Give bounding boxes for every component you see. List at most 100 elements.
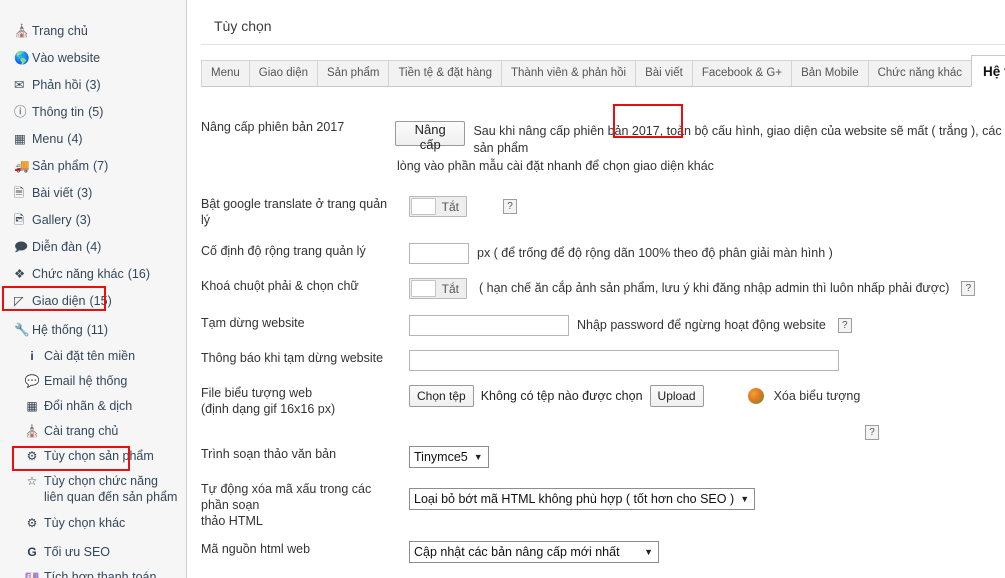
sidebar-subitem-tuy-chon-chuc-nang[interactable]: ☆ Tùy chọn chức năng liên quan đến sản p… — [0, 469, 186, 507]
help-icon[interactable]: ? — [503, 199, 517, 214]
row-pause-website-label: Tạm dừng website — [201, 316, 305, 330]
fixed-width-input[interactable] — [409, 243, 469, 264]
tab-bai-viet[interactable]: Bài viết — [635, 60, 693, 86]
sidebar-item-giao-dien[interactable]: ◸ Giao diện (15) — [0, 288, 186, 315]
row-lock-right-click-label: Khoá chuột phải & chọn chữ — [201, 279, 359, 293]
globe-icon: 🌎 — [14, 51, 30, 65]
help-icon[interactable]: ? — [865, 425, 879, 440]
delete-favicon-link[interactable]: Xóa biểu tượng — [774, 388, 861, 405]
layout-icon: ◸ — [14, 294, 24, 308]
sidebar-item-label: Diễn đàn — [32, 240, 83, 254]
home-icon: ⛪ — [14, 24, 30, 38]
sidebar-item-label: Vào website — [32, 51, 101, 65]
settings-form: Nâng cấp phiên bản 2017 Nâng cấp Sau khi… — [187, 87, 1005, 563]
help-icon[interactable]: ? — [837, 318, 852, 333]
row-clean-html: Tự động xóa mã xấu trong các phần soạn t… — [187, 481, 1005, 529]
home-icon: ⛪ — [24, 424, 40, 438]
upload-button[interactable]: Upload — [649, 385, 704, 407]
gear-icon: ⚙ — [26, 516, 38, 530]
sidebar-item-count: (16) — [127, 267, 150, 281]
sidebar-item-chuc-nang-khac[interactable]: ❖ Chức năng khác (16) — [0, 261, 186, 288]
sidebar-subitem-cai-trang-chu[interactable]: ⛪ Cài trang chủ — [0, 419, 186, 444]
tab-bar: Menu Giao diện Sản phẩm Tiền tệ & đặt hà… — [201, 55, 1005, 87]
help-icon[interactable]: ? — [961, 281, 976, 296]
sidebar-subitem-tuy-chon-san-pham[interactable]: ⚙ Tùy chọn sản phẩm — [0, 444, 186, 469]
title-divider — [201, 44, 1005, 45]
envelope-icon: ✉ — [14, 78, 25, 92]
sidebar-item-gallery[interactable]: 🖻 Gallery (3) — [0, 207, 186, 234]
tab-san-pham[interactable]: Sản phẩm — [317, 60, 390, 86]
sidebar-subitem-tich-hop-thanh-toan[interactable]: 💷 Tích hợp thanh toán — [0, 565, 186, 578]
sidebar-subitem-label: Tối ưu SEO — [44, 545, 111, 559]
sidebar-item-label: Trang chủ — [32, 24, 88, 38]
admin-page: ⛪ Trang chủ 🌎 Vào website ✉ Phản hồi (3)… — [0, 0, 1005, 578]
sidebar-item-vao-website[interactable]: 🌎 Vào website — [0, 45, 186, 72]
upgrade-button[interactable]: Nâng cấp — [395, 121, 466, 152]
sidebar-item-label: Giao diện — [32, 294, 86, 308]
comments-icon: 🗩 — [14, 240, 28, 254]
menu-list-icon: ▦ — [14, 132, 26, 146]
sidebar-subitem-tuy-chon-khac[interactable]: ⚙ Tùy chọn khác — [0, 511, 186, 536]
sidebar-item-menu[interactable]: ▦ Menu (4) — [0, 126, 186, 153]
row-fixed-width-label: Cố định độ rộng trang quản lý — [201, 244, 366, 258]
no-file-text: Không có tệp nào được chọn — [480, 389, 643, 403]
sidebar-item-he-thong[interactable]: 🔧 Hệ thống (11) — [0, 317, 186, 344]
sidebar-item-label: Sản phẩm — [32, 159, 89, 173]
sidebar-item-thong-tin[interactable]: ⓘ Thông tin (5) — [0, 99, 186, 126]
sidebar-subitem-doi-nhan-dich[interactable]: ▦ Đổi nhãn & dịch — [0, 394, 186, 419]
lock-right-click-note: ( hạn chế ăn cắp ảnh sản phẩm, lưu ý khi… — [479, 281, 950, 295]
row-favicon-label: File biểu tượng web (định dạng gif 16x16… — [187, 385, 395, 417]
sidebar-item-count: (4) — [86, 240, 102, 254]
tab-ban-mobile[interactable]: Bản Mobile — [791, 60, 869, 86]
toggle-label: Tắt — [441, 199, 459, 214]
sidebar-item-count: (3) — [77, 186, 93, 200]
tab-tien-te-dat-hang[interactable]: Tiền tệ & đặt hàng — [388, 60, 503, 86]
favicon-preview-icon — [747, 388, 764, 404]
google-g-icon: G — [27, 545, 37, 559]
tab-he-thong[interactable]: Hệ thống — [971, 55, 1005, 87]
row-html-source: Mã nguồn html web Cập nhật các bản nâng … — [187, 541, 1005, 563]
pause-website-password-input[interactable] — [409, 315, 569, 336]
gears-icon: ⚙ — [26, 449, 38, 463]
sidebar-item-dien-dan[interactable]: 🗩 Diễn đàn (4) — [0, 234, 186, 261]
sidebar-subitem-cai-dat-ten-mien[interactable]: i Cài đặt tên miền — [0, 344, 186, 369]
sidebar-item-count: (3) — [75, 213, 91, 227]
fixed-width-note: px ( để trống để độ rộng dãn 100% theo đ… — [477, 246, 833, 260]
tab-facebook-gplus[interactable]: Facebook & G+ — [691, 60, 793, 86]
row-html-source-label: Mã nguồn html web — [201, 542, 311, 556]
tab-chuc-nang-khac[interactable]: Chức năng khác — [867, 60, 973, 86]
row-google-translate: Bật google translate ở trang quản lý Tắt… — [187, 196, 1005, 228]
row-pause-message-label: Thông báo khi tạm dừng website — [201, 351, 384, 365]
tab-thanh-vien-phan-hoi[interactable]: Thành viên & phản hồi — [501, 60, 637, 86]
sidebar-subitem-email-he-thong[interactable]: 💬 Email hệ thống — [0, 369, 186, 394]
main-content: Tùy chọn Menu Giao diện Sản phẩm Tiền tệ… — [187, 0, 1005, 578]
favicon-label-line2: (định dạng gif 16x16 px) — [201, 402, 336, 416]
truck-icon: 🚚 — [14, 159, 30, 173]
sidebar-item-trang-chu[interactable]: ⛪ Trang chủ — [0, 18, 186, 45]
choose-file-button[interactable]: Chọn tệp — [409, 385, 474, 407]
sidebar-subitem-toi-uu-seo[interactable]: G Tối ưu SEO — [0, 540, 186, 565]
clean-html-label-line2: thảo HTML — [201, 514, 263, 528]
clean-html-select[interactable]: Loại bỏ bớt mã HTML không phù hợp ( tốt … — [409, 488, 756, 510]
sidebar-item-bai-viet[interactable]: 🗎 Bài viết (3) — [0, 180, 186, 207]
puzzle-icon: ❖ — [14, 267, 26, 281]
tab-menu[interactable]: Menu — [201, 60, 250, 86]
html-source-select[interactable]: Cập nhật các bản nâng cấp mới nhất — [409, 541, 659, 563]
sidebar-subitem-label: Tùy chọn khác — [44, 516, 126, 530]
info-icon: ⓘ — [14, 105, 27, 119]
row-upgrade: Nâng cấp phiên bản 2017 Nâng cấp Sau khi… — [187, 119, 1005, 175]
sidebar-subitem-label: Đổi nhãn & dịch — [44, 399, 133, 413]
pause-message-input[interactable] — [409, 350, 839, 371]
star-icon: ☆ — [26, 474, 38, 488]
google-translate-toggle[interactable]: Tắt — [409, 196, 467, 217]
row-pause-website: Tạm dừng website Nhập password để ngừng … — [187, 315, 1005, 336]
editor-select[interactable]: Tinymce5 — [409, 446, 489, 468]
row-pause-message: Thông báo khi tạm dừng website — [187, 350, 1005, 371]
sidebar-item-count: (4) — [67, 132, 83, 146]
sidebar-item-san-pham[interactable]: 🚚 Sản phẩm (7) — [0, 153, 186, 180]
sidebar-item-phan-hoi[interactable]: ✉ Phản hồi (3) — [0, 72, 186, 99]
lock-right-click-toggle[interactable]: Tắt — [409, 278, 467, 299]
sidebar-subitem-label: Tùy chọn sản phẩm — [44, 449, 154, 463]
sidebar-subitem-label: Cài đặt tên miền — [44, 349, 136, 363]
tab-giao-dien[interactable]: Giao diện — [248, 60, 319, 86]
